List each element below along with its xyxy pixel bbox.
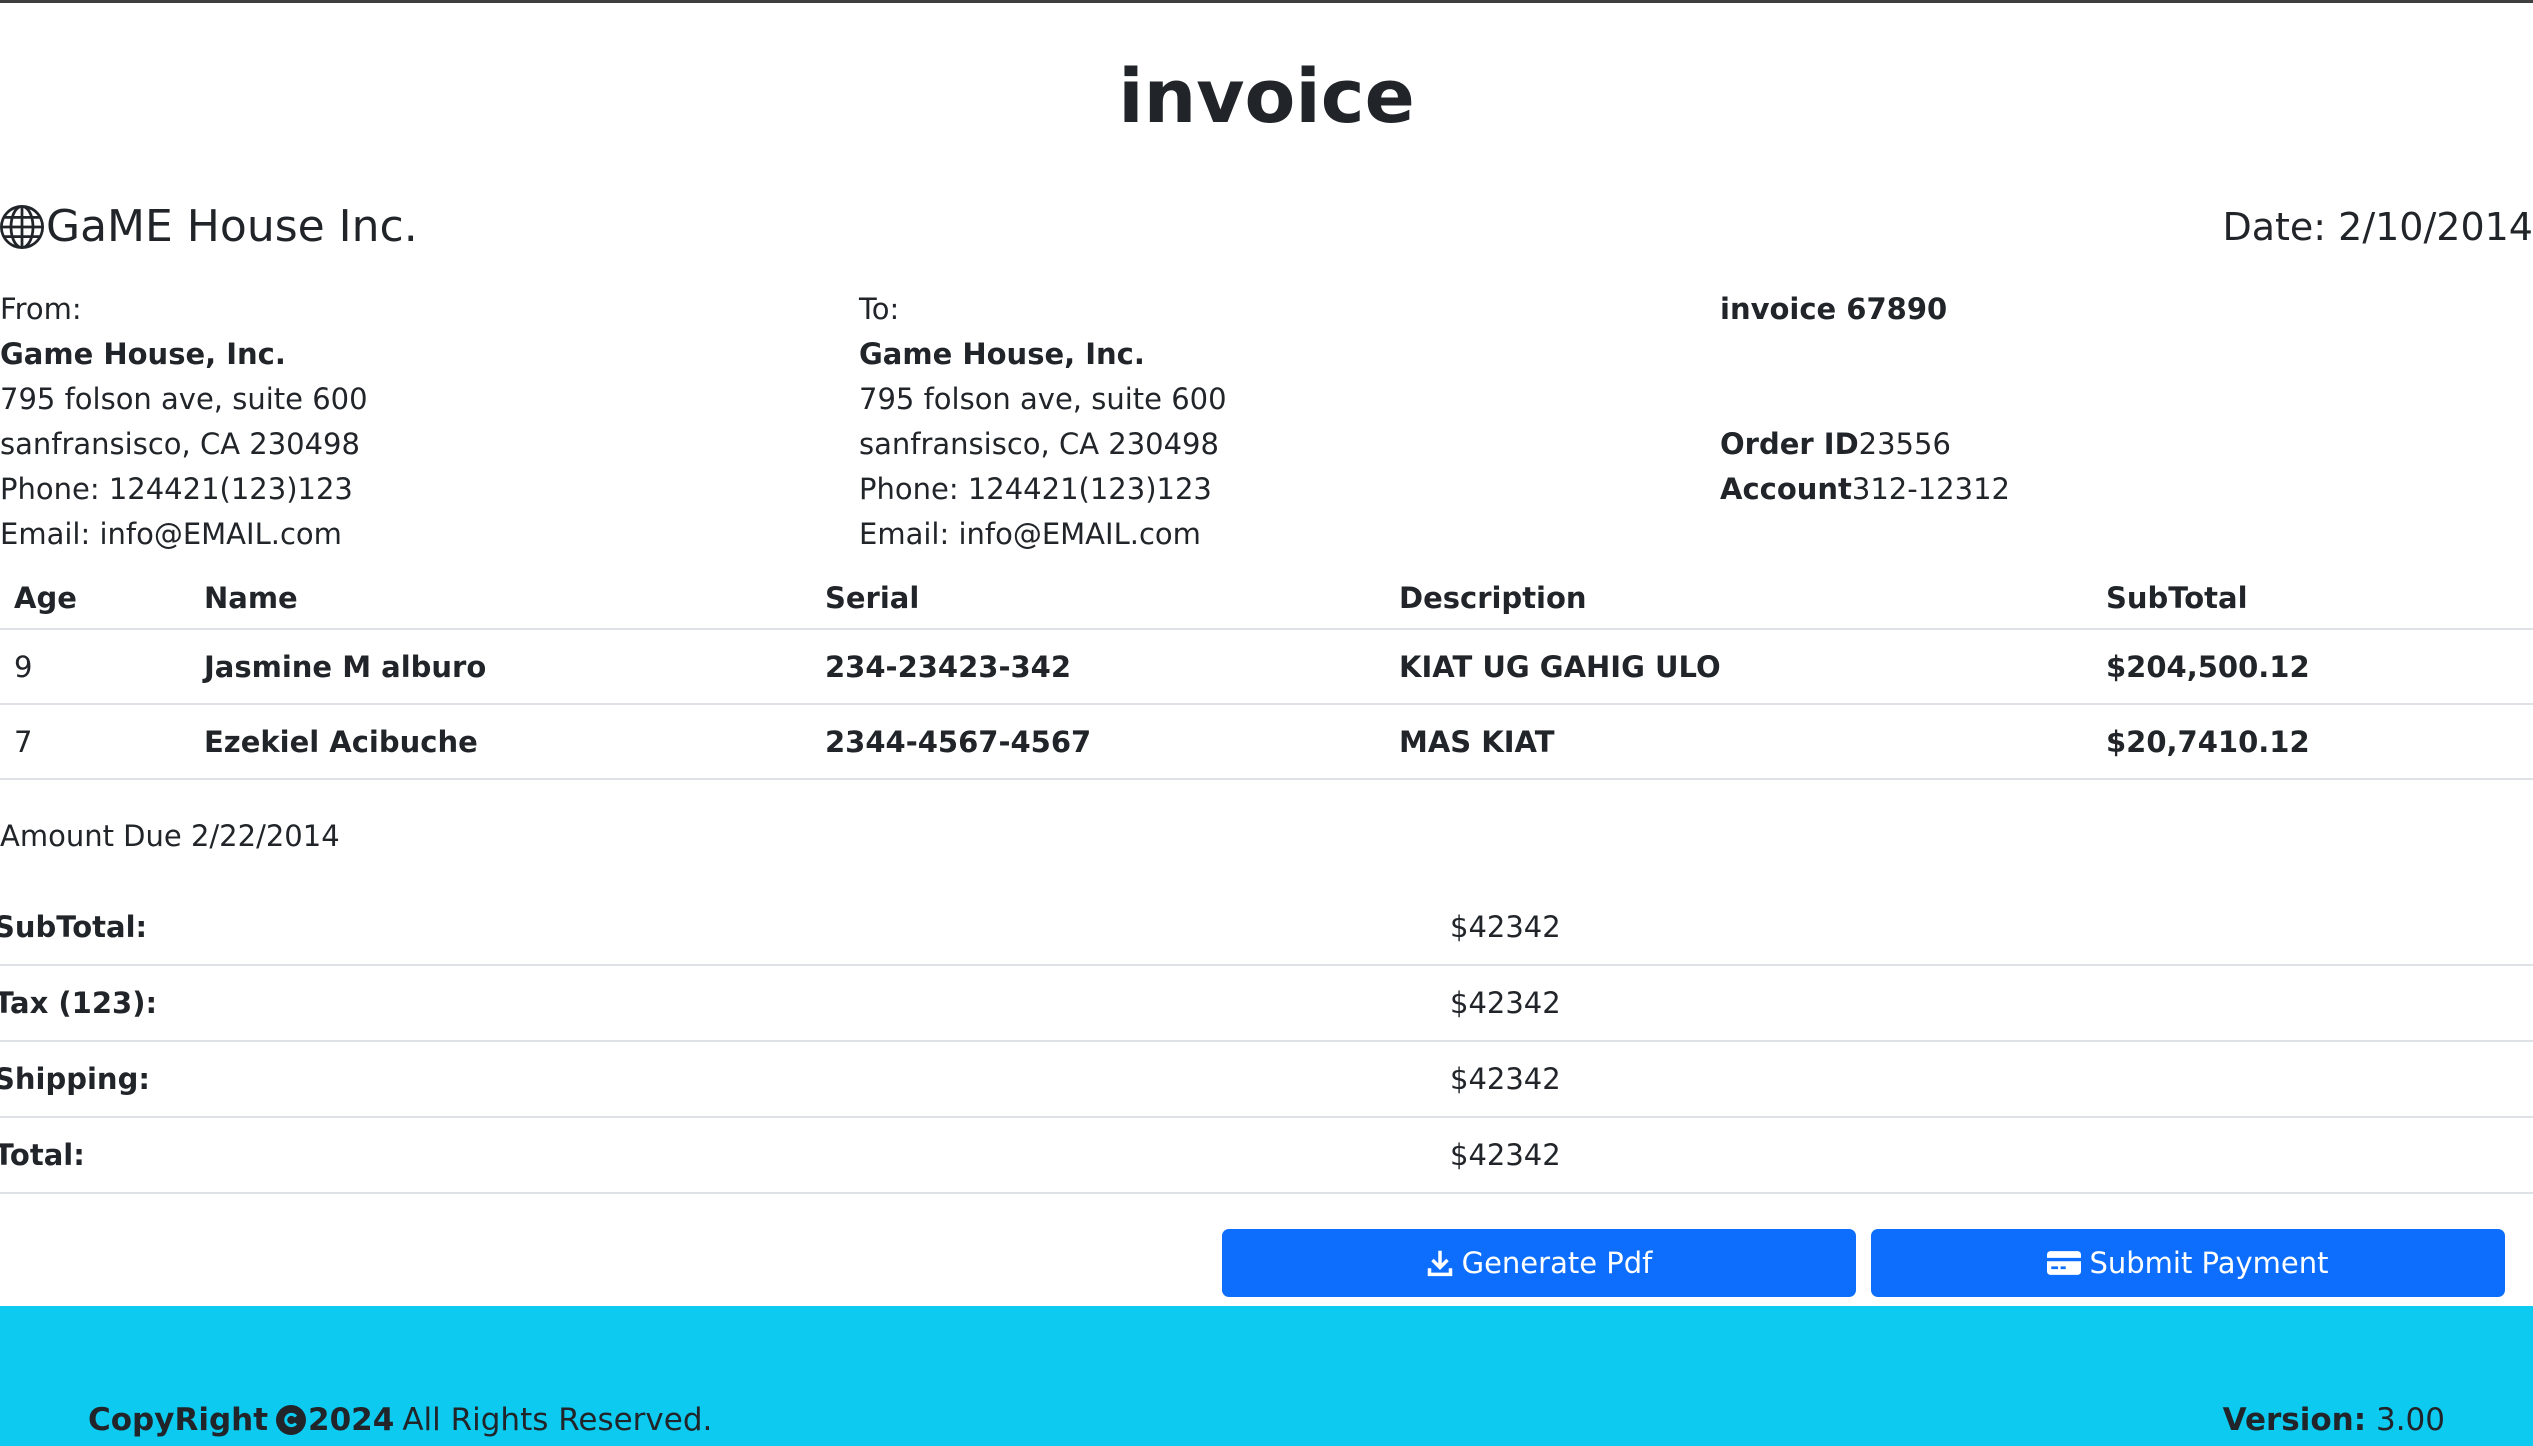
to-address-line1: 795 folson ave, suite 600 [859, 382, 1227, 416]
cell-subtotal: $20,7410.12 [2092, 704, 2533, 780]
totals-row-subtotal: SubTotal: $42342 [0, 890, 2533, 966]
amount-due: Amount Due 2/22/2014 [0, 819, 340, 853]
to-address: To: Game House, Inc. 795 folson ave, sui… [859, 287, 1227, 557]
from-email: Email: info@EMAIL.com [0, 517, 342, 551]
items-table: Age Name Serial Description SubTotal 9 J… [0, 568, 2533, 780]
cell-description: KIAT UG GAHIG ULO [1385, 629, 2092, 705]
submit-payment-label: Submit Payment [2089, 1246, 2329, 1280]
order-id: Order ID23556 [1720, 422, 2010, 467]
order-id-label: Order ID [1720, 427, 1859, 461]
from-address-line2: sanfransisco, CA 230498 [0, 427, 360, 461]
footer-version: Version: 3.00 [2223, 1398, 2445, 1442]
to-email: Email: info@EMAIL.com [859, 517, 1201, 551]
totals-row-total: Total: $42342 [0, 1117, 2533, 1194]
col-header-subtotal: SubTotal [2092, 568, 2533, 630]
subtotal-value: $42342 [1450, 890, 2533, 966]
total-value: $42342 [1450, 1117, 2533, 1194]
from-label: From: [0, 292, 82, 326]
totals-row-shipping: Shipping: $42342 [0, 1041, 2533, 1118]
cell-description: MAS KIAT [1385, 704, 2092, 780]
col-header-age: Age [0, 568, 190, 630]
from-address-line1: 795 folson ave, suite 600 [0, 382, 368, 416]
invoice-date: Date: 2/10/2014 [2222, 205, 2533, 249]
tax-label: Tax (123): [0, 965, 1450, 1042]
submit-payment-button[interactable]: Submit Payment [1871, 1229, 2505, 1297]
account-label: Account [1720, 472, 1852, 506]
from-name: Game House, Inc. [0, 337, 286, 371]
total-label: Total: [0, 1117, 1450, 1194]
to-label: To: [859, 292, 900, 326]
table-row: 9 Jasmine M alburo 234-23423-342 KIAT UG… [0, 629, 2533, 705]
account: Account312-12312 [1720, 467, 2010, 512]
order-id-value: 23556 [1858, 427, 1951, 461]
cell-name: Jasmine M alburo [190, 629, 811, 705]
version-label: Version: [2222, 1402, 2367, 1438]
generate-pdf-button[interactable]: Generate Pdf [1222, 1229, 1856, 1297]
cell-serial: 2344-4567-4567 [811, 704, 1385, 780]
copyright-icon [276, 1405, 307, 1435]
credit-card-icon [2047, 1251, 2082, 1275]
shipping-value: $42342 [1450, 1041, 2533, 1118]
col-header-description: Description [1385, 568, 2092, 630]
cell-name: Ezekiel Acibuche [190, 704, 811, 780]
cell-subtotal: $204,500.12 [2092, 629, 2533, 705]
globe-icon [0, 205, 44, 249]
table-header-row: Age Name Serial Description SubTotal [0, 568, 2533, 630]
subtotal-label: SubTotal: [0, 890, 1450, 966]
footer-copyright: CopyRight 2024 All Rights Reserved. [88, 1398, 712, 1442]
copyright-rights: All Rights Reserved. [402, 1402, 713, 1438]
company-name: GaME House Inc. [46, 201, 418, 252]
cell-age: 7 [0, 704, 190, 780]
totals-table: SubTotal: $42342 Tax (123): $42342 Shipp… [0, 890, 2533, 1194]
top-border [0, 0, 2533, 3]
page-title: invoice [1118, 54, 1415, 140]
table-row: 7 Ezekiel Acibuche 2344-4567-4567 MAS KI… [0, 704, 2533, 780]
account-value: 312-12312 [1851, 472, 2010, 506]
copyright-year: 2024 [308, 1402, 395, 1438]
version-value: 3.00 [2375, 1402, 2445, 1438]
totals-row-tax: Tax (123): $42342 [0, 965, 2533, 1042]
col-header-name: Name [190, 568, 811, 630]
invoice-meta: invoice 67890 Order ID23556 Account312-1… [1720, 287, 2010, 512]
cell-serial: 234-23423-342 [811, 629, 1385, 705]
shipping-label: Shipping: [0, 1041, 1450, 1118]
from-address: From: Game House, Inc. 795 folson ave, s… [0, 287, 368, 557]
to-phone: Phone: 124421(123)123 [859, 472, 1212, 506]
col-header-serial: Serial [811, 568, 1385, 630]
tax-value: $42342 [1450, 965, 2533, 1042]
download-icon [1427, 1250, 1452, 1277]
to-address-line2: sanfransisco, CA 230498 [859, 427, 1219, 461]
copyright-label: CopyRight [88, 1402, 269, 1438]
from-phone: Phone: 124421(123)123 [0, 472, 353, 506]
company-brand: GaME House Inc. [0, 200, 418, 254]
to-name: Game House, Inc. [859, 337, 1145, 371]
cell-age: 9 [0, 629, 190, 705]
generate-pdf-label: Generate Pdf [1461, 1246, 1653, 1280]
invoice-number: invoice 67890 [1720, 292, 1948, 326]
